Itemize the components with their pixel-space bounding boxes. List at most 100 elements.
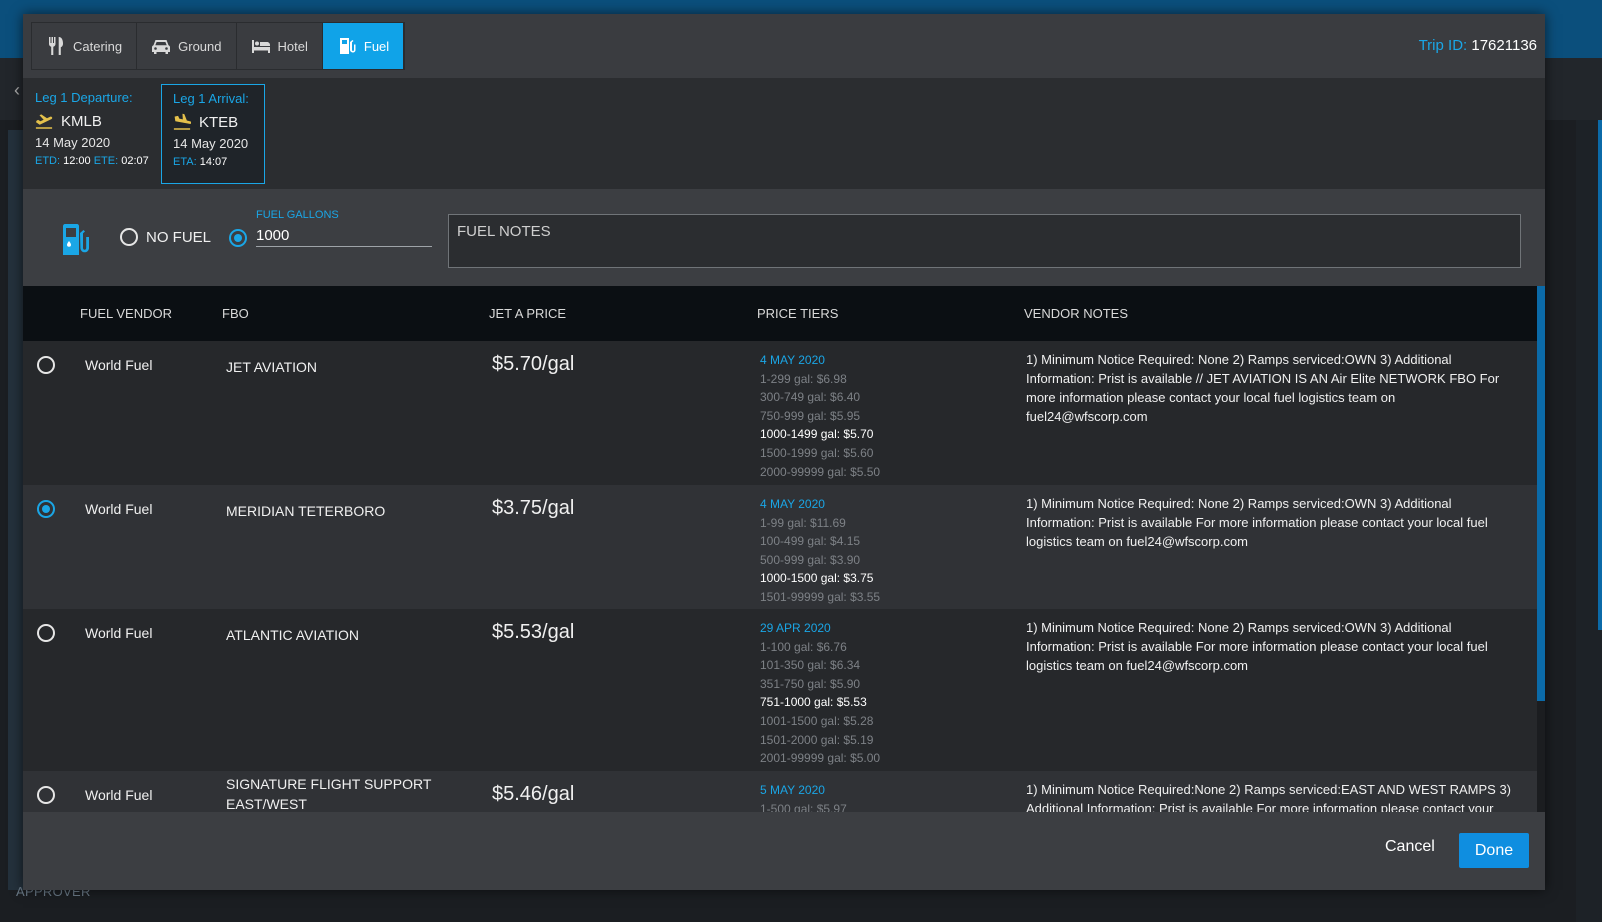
- eta-value: 14:07: [199, 156, 228, 168]
- no-fuel-option[interactable]: NO FUEL: [120, 228, 211, 246]
- fuel-vendor-table: FUEL VENDOR FBO JET A PRICE PRICE TIERS …: [23, 286, 1545, 812]
- tab-label: Hotel: [277, 38, 308, 54]
- trip-id-value: 17621136: [1471, 37, 1537, 54]
- table-header: FUEL VENDOR FBO JET A PRICE PRICE TIERS …: [23, 286, 1537, 341]
- table-scrollbar-thumb[interactable]: [1537, 286, 1545, 701]
- no-fuel-radio[interactable]: [120, 228, 138, 246]
- fuel-vendor-name: World Fuel: [85, 501, 153, 517]
- jet-a-price: $3.75/gal: [492, 497, 575, 519]
- price-tier: 500-999 gal: $3.90: [760, 552, 861, 567]
- etd-label: ETD:: [35, 155, 61, 167]
- tab-label: Ground: [178, 38, 222, 54]
- vendor-notes: 1) Minimum Notice Required: None 2) Ramp…: [1026, 620, 1488, 673]
- price-tier: 1-299 gal: $6.98: [760, 371, 847, 386]
- price-tier: 751-1000 gal: $5.53: [760, 695, 867, 710]
- price-tier: 2001-99999 gal: $5.00: [760, 751, 881, 766]
- modal-footer: Cancel Done: [23, 812, 1545, 890]
- leg-title: Leg 1 Arrival:: [173, 91, 249, 106]
- fuel-gallons-input[interactable]: [256, 221, 432, 247]
- tab-label: Fuel: [363, 38, 390, 54]
- fuel-options-bar: NO FUEL FUEL GALLONS: [23, 189, 1545, 286]
- cancel-button[interactable]: Cancel: [1385, 838, 1435, 856]
- price-tier: 100-499 gal: $4.15: [760, 534, 861, 549]
- fbo-name: ATLANTIC AVIATION: [226, 627, 360, 643]
- jet-a-price: $5.46/gal: [492, 783, 575, 805]
- price-tier: 1500-1999 gal: $5.60: [760, 445, 874, 460]
- price-tiers: 4 MAY 2020 1-299 gal: $6.98 300-749 gal: $…: [760, 351, 880, 481]
- table-row[interactable]: World Fuel MERIDIAN TETERBORO $3.75/gal …: [23, 485, 1537, 609]
- fuel-gallons-label: FUEL GALLONS: [256, 209, 339, 221]
- price-tier: 1501-2000 gal: $5.19: [760, 732, 874, 747]
- fuel-pump-icon: [63, 224, 89, 255]
- table-row[interactable]: World Fuel JET AVIATION $5.70/gal 4 MAY …: [23, 341, 1537, 485]
- tier-date: 29 APR 2020: [760, 621, 831, 635]
- fuel-notes-input[interactable]: [448, 214, 1521, 268]
- vendor-select-radio[interactable]: [37, 500, 55, 518]
- table-row[interactable]: World Fuel ATLANTIC AVIATION $5.53/gal 2…: [23, 609, 1537, 771]
- leg-departure-card[interactable]: Leg 1 Departure: KMLB 14 May 2020 ETD: 1…: [23, 84, 161, 184]
- price-tier: 1000-1500 gal: $3.75: [760, 571, 874, 586]
- price-tier: 1000-1499 gal: $5.70: [760, 427, 874, 442]
- no-fuel-label: NO FUEL: [146, 228, 212, 246]
- vendor-select-radio[interactable]: [37, 356, 55, 374]
- price-tier: 351-750 gal: $5.90: [760, 676, 861, 691]
- trip-id: Trip ID: 17621136: [1419, 37, 1537, 54]
- header-price-tiers: PRICE TIERS: [757, 306, 839, 321]
- vendor-select-radio[interactable]: [37, 786, 55, 804]
- price-tier: 101-350 gal: $6.34: [760, 658, 861, 673]
- leg-date: 14 May 2020: [173, 136, 249, 151]
- tab-hotel[interactable]: Hotel: [237, 23, 323, 69]
- tier-date: 4 MAY 2020: [760, 497, 825, 511]
- plane-arrival-icon: [173, 113, 191, 130]
- service-tabs: Catering Ground Hotel Fuel: [31, 22, 406, 70]
- header-fuel-vendor: FUEL VENDOR: [80, 306, 172, 321]
- leg-times: ETD: 12:00 ETE: 02:07: [35, 155, 161, 167]
- fuel-gallons-radio[interactable]: [229, 229, 247, 247]
- bed-icon: [251, 40, 270, 53]
- done-button[interactable]: Done: [1459, 833, 1529, 868]
- table-row[interactable]: World Fuel SIGNATURE FLIGHT SUPPORT EAST…: [23, 771, 1537, 812]
- tier-date: 4 MAY 2020: [760, 353, 825, 367]
- tab-label: Catering: [73, 38, 123, 54]
- header-jet-a-price: JET A PRICE: [489, 306, 567, 321]
- leg-airport-code: KMLB: [61, 112, 102, 130]
- price-tier: 1501-99999 gal: $3.55: [760, 589, 881, 604]
- service-tab-bar: Catering Ground Hotel Fuel Trip ID: 1762…: [23, 14, 1545, 78]
- vendor-select-radio[interactable]: [37, 624, 55, 642]
- leg-selector: Leg 1 Departure: KMLB 14 May 2020 ETD: 1…: [23, 78, 1545, 189]
- leg-airport: KMLB: [35, 112, 161, 130]
- price-tiers: 29 APR 2020 1-100 gal: $6.76 101-350 gal: …: [760, 619, 880, 768]
- header-vendor-notes: VENDOR NOTES: [1024, 306, 1129, 321]
- price-tier: 2000-99999 gal: $5.50: [760, 464, 881, 479]
- plane-departure-icon: [35, 114, 53, 129]
- price-tier: 300-749 gal: $6.40: [760, 390, 861, 405]
- header-fbo: FBO: [222, 306, 249, 321]
- car-icon: [152, 40, 171, 54]
- etd-value: 12:00: [63, 155, 91, 167]
- vendor-notes: 1) Minimum Notice Required: None 2) Ramp…: [1026, 352, 1500, 424]
- leg-times: ETA: 14:07: [173, 156, 264, 168]
- price-tier: 1-99 gal: $11.69: [760, 515, 846, 530]
- leg-airport: KTEB: [173, 113, 264, 131]
- price-tier: 1001-1500 gal: $5.28: [760, 713, 874, 728]
- vendor-notes: 1) Minimum Notice Required: None 2) Ramp…: [1026, 496, 1488, 549]
- price-tier: 1-100 gal: $6.76: [760, 639, 847, 654]
- tab-catering[interactable]: Catering: [32, 23, 138, 69]
- eta-label: ETA:: [173, 156, 197, 168]
- leg-arrival-card[interactable]: Leg 1 Arrival: KTEB 14 May 2020 ETA: 14:…: [161, 84, 265, 184]
- jet-a-price: $5.70/gal: [492, 353, 575, 375]
- price-tiers: 4 MAY 2020 1-99 gal: $11.69 100-499 gal: $…: [760, 495, 880, 607]
- trip-id-label: Trip ID:: [1418, 37, 1468, 54]
- fuel-gallons-field: FUEL GALLONS: [256, 209, 433, 247]
- fuel-modal: Catering Ground Hotel Fuel Trip ID: 1762…: [23, 14, 1545, 890]
- tab-fuel[interactable]: Fuel: [322, 23, 405, 69]
- fuel-vendor-name: World Fuel: [85, 787, 153, 803]
- fuel-vendor-name: World Fuel: [85, 625, 153, 641]
- background-scrollbar: [1598, 120, 1602, 630]
- tab-ground[interactable]: Ground: [137, 23, 237, 69]
- fuel-vendor-name: World Fuel: [85, 357, 153, 373]
- vendor-notes: 1) Minimum Notice Required:None 2) Ramps…: [1026, 782, 1512, 812]
- leg-title: Leg 1 Departure:: [35, 90, 133, 105]
- leg-airport-code: KTEB: [199, 113, 239, 131]
- chevron-left-icon: ‹: [14, 80, 20, 100]
